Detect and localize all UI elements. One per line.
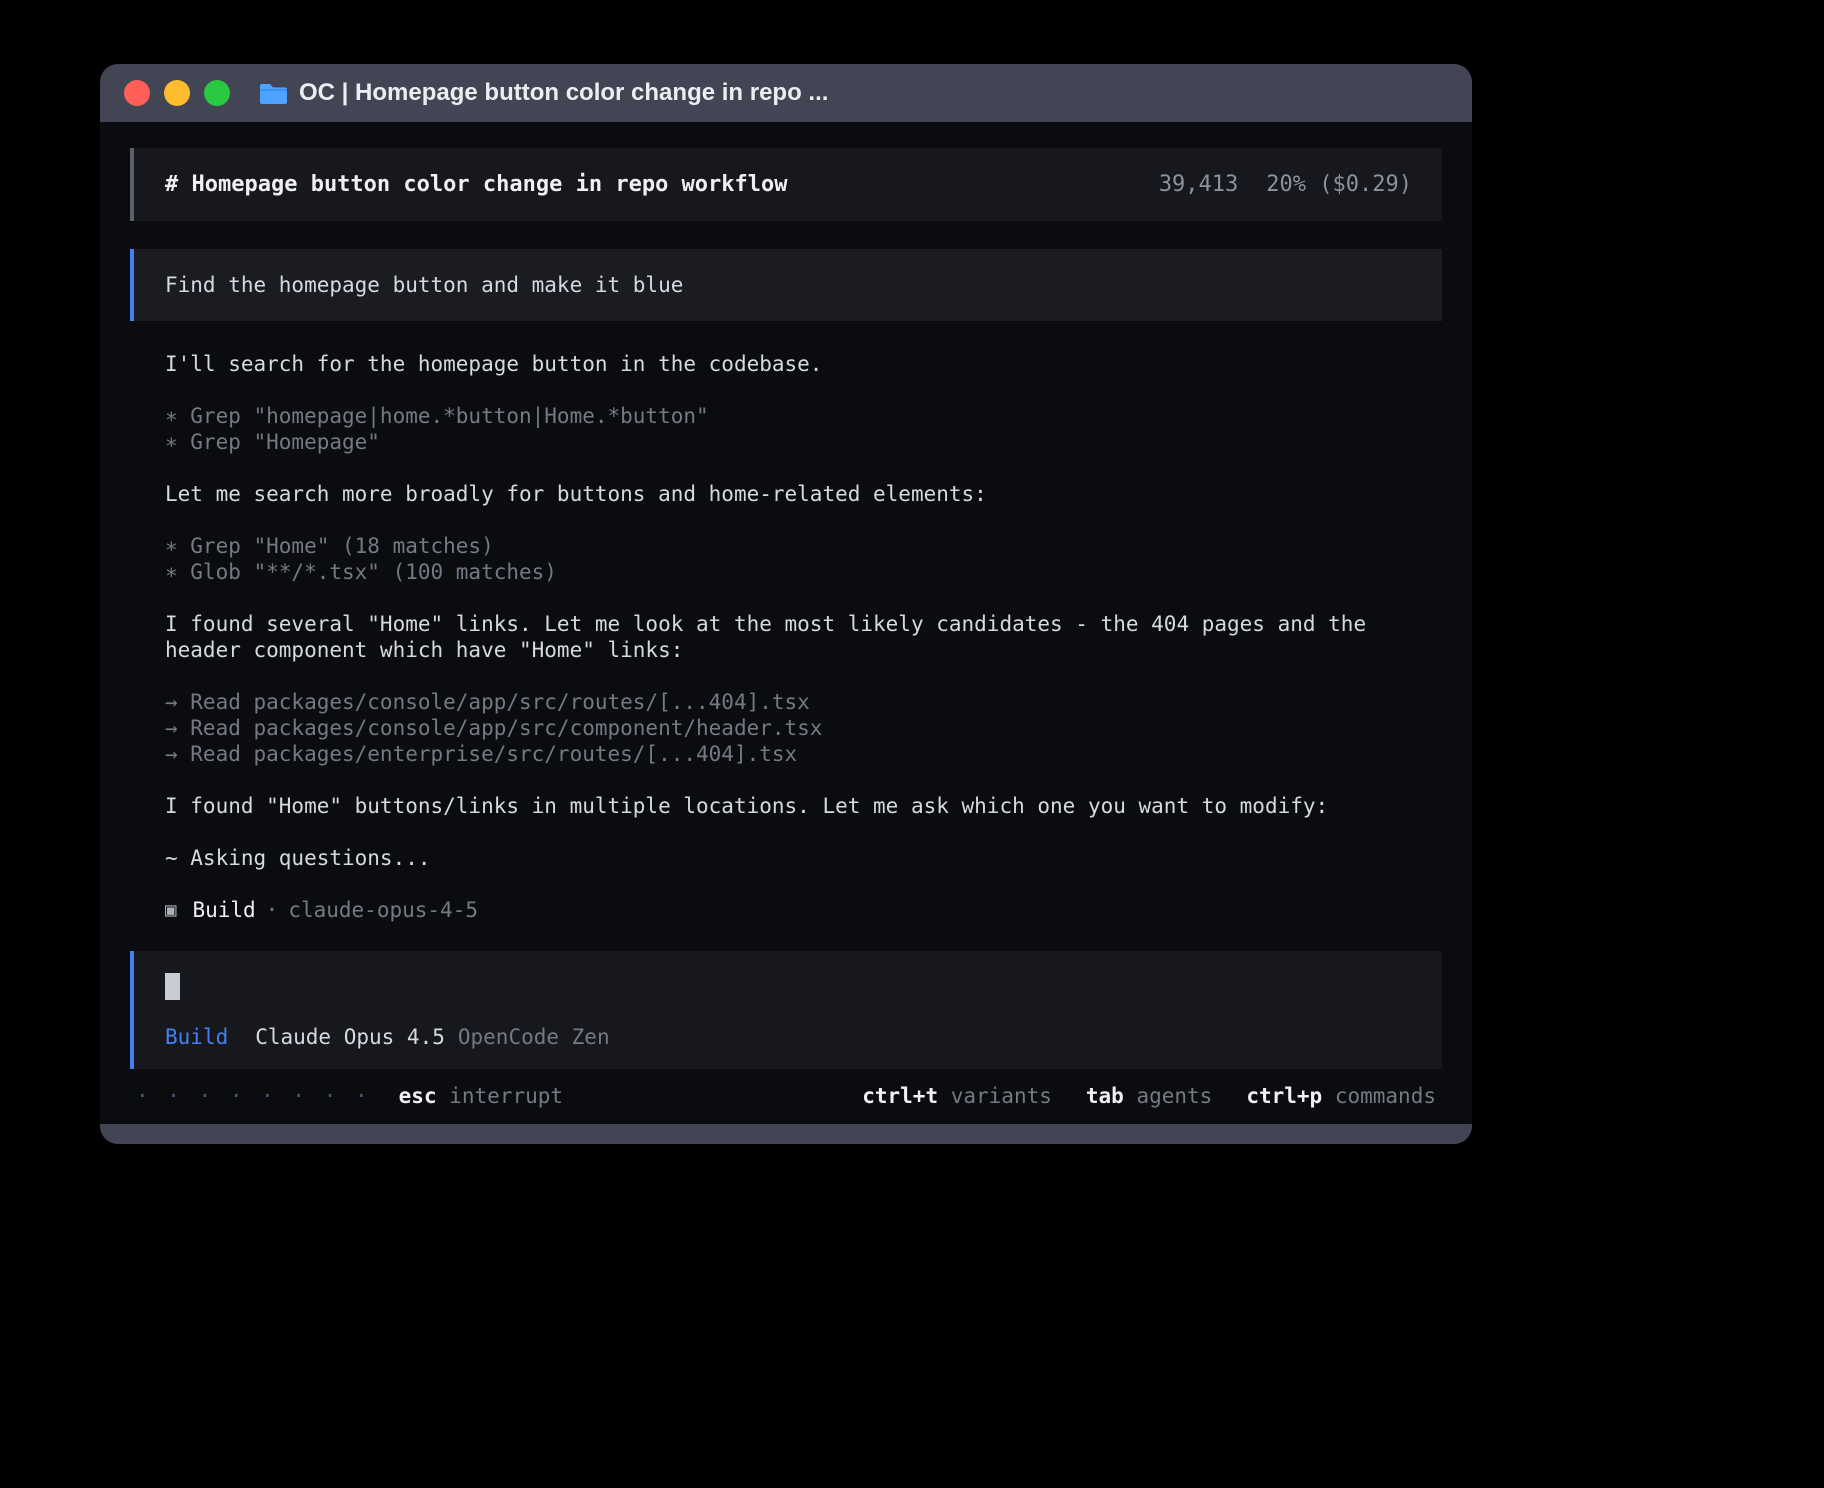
input-provider: OpenCode Zen bbox=[458, 1025, 610, 1049]
assistant-text: I found several "Home" links. Let me loo… bbox=[165, 611, 1442, 663]
close-window-button[interactable] bbox=[124, 80, 150, 106]
session-stats: 39,413 20% ($0.29) bbox=[1159, 172, 1412, 197]
agent-name: Build bbox=[192, 897, 255, 923]
session-title: # Homepage button color change in repo w… bbox=[165, 172, 788, 197]
agent-status-line: ▣ Build · claude-opus-4-5 bbox=[165, 897, 1442, 923]
session-header: # Homepage button color change in repo w… bbox=[130, 148, 1442, 221]
token-count: 39,413 bbox=[1159, 172, 1238, 197]
terminal-content: # Homepage button color change in repo w… bbox=[100, 122, 1472, 1124]
assistant-text: I found "Home" buttons/links in multiple… bbox=[165, 793, 1442, 819]
assistant-text: Let me search more broadly for buttons a… bbox=[165, 481, 1442, 507]
agent-model: claude-opus-4-5 bbox=[288, 897, 478, 923]
zoom-window-button[interactable] bbox=[204, 80, 230, 106]
tool-call-block: ∗ Grep "homepage|home.*button|Home.*butt… bbox=[165, 403, 1442, 455]
window-title: OC | Homepage button color change in rep… bbox=[299, 79, 828, 107]
statusbar-left: · · · · · · · · esc interrupt bbox=[136, 1084, 563, 1108]
agent-separator: · bbox=[266, 897, 279, 923]
spinner-dots: · · · · · · · · bbox=[136, 1084, 371, 1108]
user-message-text: Find the homepage button and make it blu… bbox=[165, 273, 683, 297]
input-status-row: Build Claude Opus 4.5 OpenCode Zen bbox=[165, 1025, 1414, 1049]
minimize-window-button[interactable] bbox=[164, 80, 190, 106]
assistant-text: ~ Asking questions... bbox=[165, 845, 1442, 871]
window-bottom-edge bbox=[100, 1124, 1472, 1144]
keyboard-hint-esc: esc interrupt bbox=[399, 1084, 563, 1108]
conversation: I'll search for the homepage button in t… bbox=[165, 351, 1442, 871]
traffic-lights bbox=[124, 80, 230, 106]
status-bar: · · · · · · · · esc interrupt ctrl+t var… bbox=[130, 1081, 1442, 1111]
folder-icon bbox=[260, 82, 287, 104]
tool-call-block: ∗ Grep "Home" (18 matches)∗ Glob "**/*.t… bbox=[165, 533, 1442, 585]
input-model: Claude Opus 4.5 bbox=[255, 1025, 445, 1049]
agent-square-icon: ▣ bbox=[165, 897, 176, 923]
tool-call-block: → Read packages/console/app/src/routes/[… bbox=[165, 689, 1442, 767]
keyboard-hint-tab: tab agents bbox=[1086, 1084, 1212, 1108]
text-cursor bbox=[165, 973, 180, 1000]
context-cost: 20% ($0.29) bbox=[1266, 172, 1412, 197]
window-titlebar[interactable]: OC | Homepage button color change in rep… bbox=[100, 64, 1472, 122]
user-message: Find the homepage button and make it blu… bbox=[130, 249, 1442, 321]
terminal-window: OC | Homepage button color change in rep… bbox=[100, 64, 1472, 1144]
statusbar-right: ctrl+t variants tab agents ctrl+p commands bbox=[862, 1084, 1436, 1108]
keyboard-hint-ctrl-p: ctrl+p commands bbox=[1246, 1084, 1436, 1108]
assistant-text: I'll search for the homepage button in t… bbox=[165, 351, 1442, 377]
prompt-input[interactable]: Build Claude Opus 4.5 OpenCode Zen bbox=[130, 951, 1442, 1069]
input-mode: Build bbox=[165, 1025, 228, 1049]
keyboard-hint-ctrl-t: ctrl+t variants bbox=[862, 1084, 1052, 1108]
